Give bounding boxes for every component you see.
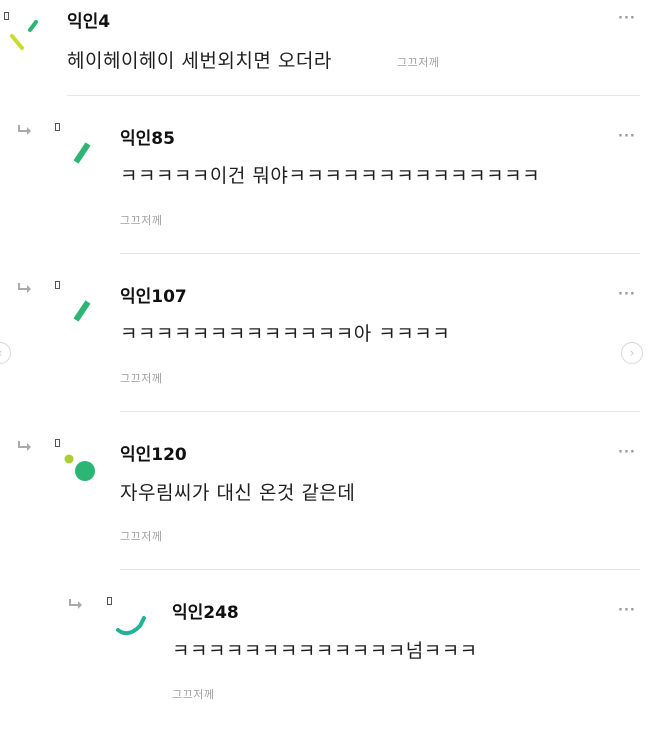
comment-reaction-label[interactable]: 그끄저께 <box>172 686 214 702</box>
level-badge-icon <box>107 597 112 605</box>
more-options-button[interactable]: ··· <box>618 603 636 618</box>
next-arrow-button[interactable]: › <box>621 342 643 364</box>
avatar <box>116 616 146 636</box>
comment-5: 익인248 ··· ㅋㅋㅋㅋㅋㅋㅋㅋㅋㅋㅋㅋㅋ넘ㅋㅋㅋ 그끄저께 <box>0 0 650 747</box>
comment-author[interactable]: 익인248 <box>172 598 239 623</box>
comment-text: ㅋㅋㅋㅋㅋㅋㅋㅋㅋㅋㅋㅋㅋ넘ㅋㅋㅋ <box>172 640 478 662</box>
reply-arrow-icon <box>69 599 82 609</box>
